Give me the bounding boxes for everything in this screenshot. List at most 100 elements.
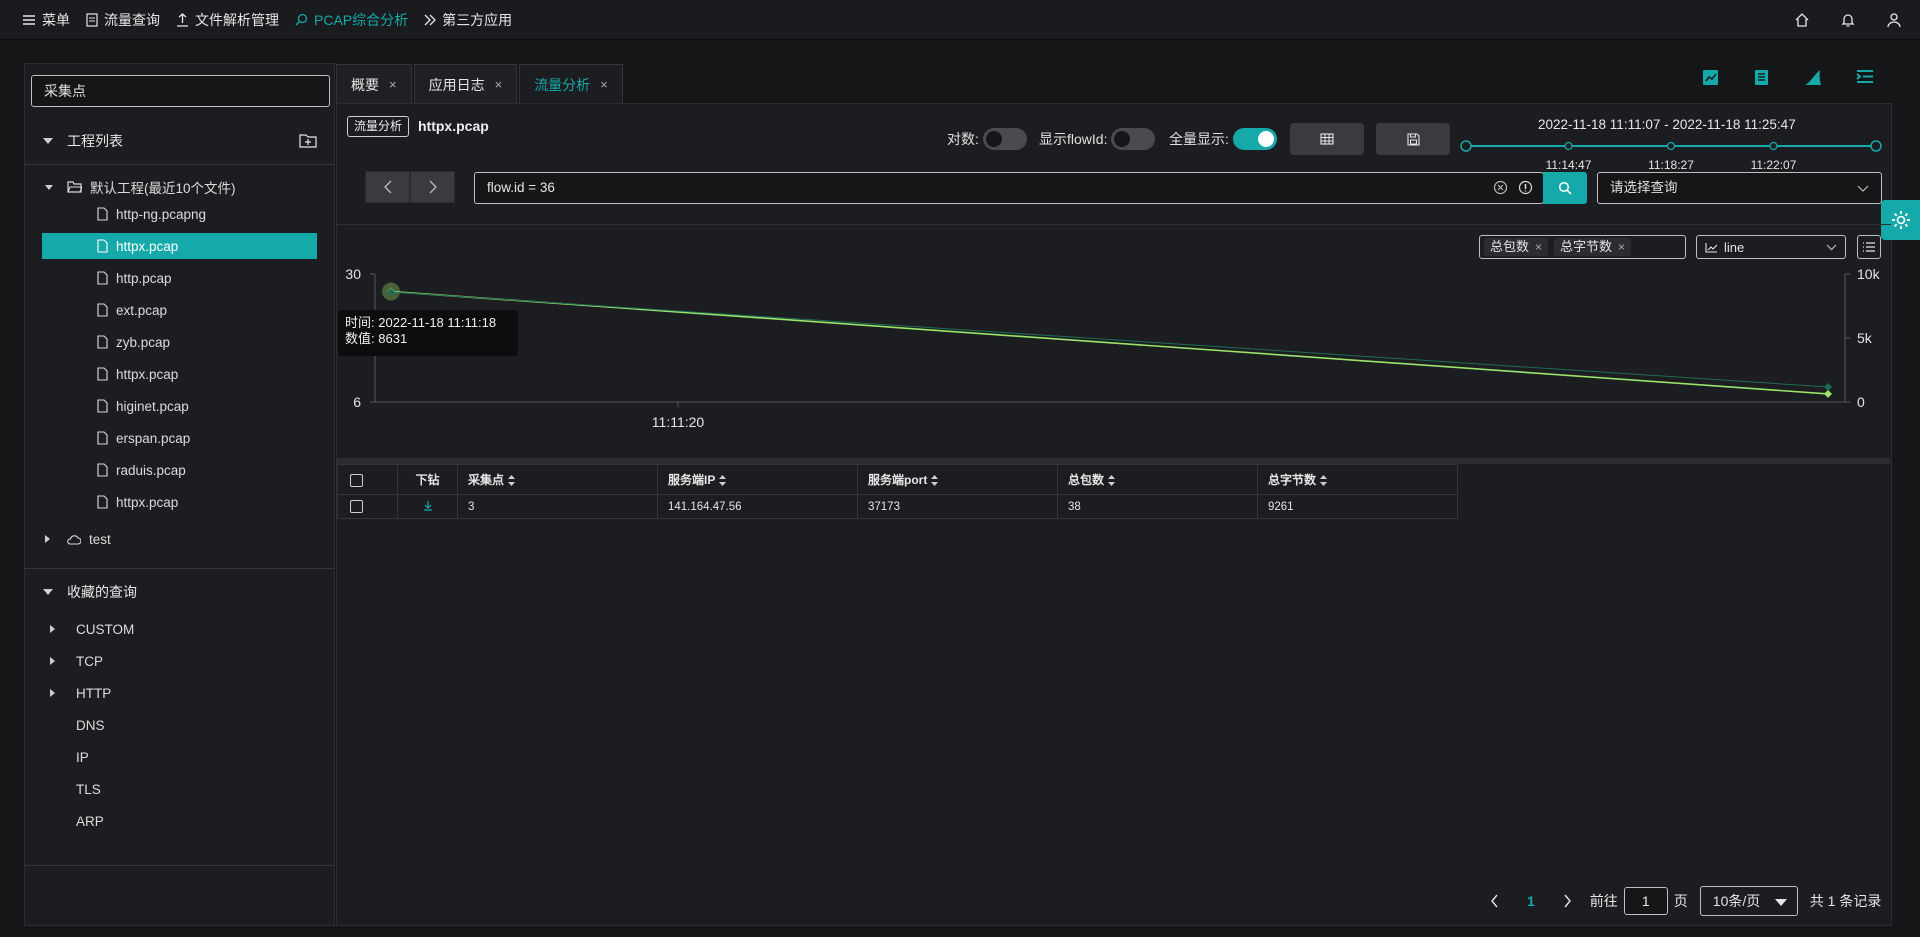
- search-button[interactable]: [1543, 172, 1587, 204]
- metric-tag[interactable]: 总字节数 ×: [1554, 238, 1632, 256]
- sort-icon[interactable]: [718, 474, 727, 487]
- sort-icon[interactable]: [930, 474, 939, 487]
- timeline-tick: [1564, 141, 1573, 151]
- metric-select[interactable]: 总包数 × 总字节数 ×: [1479, 235, 1686, 259]
- prev-page-icon[interactable]: [1490, 894, 1499, 908]
- forward-button[interactable]: [410, 171, 455, 203]
- tab-item[interactable]: 流量分析 ×: [519, 64, 623, 104]
- tab-item[interactable]: 概要 ×: [336, 64, 412, 104]
- tree-test-project[interactable]: test: [25, 526, 334, 552]
- table-cell: 37173: [857, 494, 1058, 519]
- caret-down-icon: [43, 589, 53, 595]
- flow-chart[interactable]: 30 6 10k 5k 0 11:11:20: [337, 258, 1890, 438]
- nav-flow-query[interactable]: 流量查询: [86, 10, 160, 30]
- column-header-label: 服务端port: [868, 473, 928, 487]
- left-panel: 采集点 工程列表 默认工程(最近10个文件) http-ng.pcapng htt…: [24, 63, 335, 926]
- page-size-select[interactable]: 10条/页: [1699, 886, 1798, 916]
- tab-item[interactable]: 应用日志 ×: [413, 64, 518, 104]
- file-item[interactable]: httpx.pcap: [25, 489, 334, 515]
- favorites-header[interactable]: 收藏的查询: [25, 577, 334, 607]
- settings-drawer-button[interactable]: [1881, 200, 1920, 240]
- timeline-handle-end: [1870, 140, 1882, 152]
- chart-type-select[interactable]: line: [1696, 235, 1846, 259]
- sort-icon[interactable]: [507, 474, 516, 487]
- file-item[interactable]: raduis.pcap: [25, 457, 334, 483]
- sort-icon[interactable]: [1107, 474, 1116, 487]
- add-folder-icon[interactable]: [299, 132, 317, 148]
- nav-file-parse[interactable]: 文件解析管理: [176, 10, 279, 30]
- page-number-current[interactable]: 1: [1527, 893, 1535, 909]
- nav-menu[interactable]: 菜单: [22, 10, 70, 30]
- user-icon[interactable]: [1886, 12, 1902, 28]
- legend-list-button[interactable]: [1857, 235, 1881, 259]
- file-item[interactable]: zyb.pcap: [25, 329, 334, 355]
- column-header[interactable]: 服务端IP: [657, 464, 858, 495]
- save-icon: [1406, 132, 1420, 146]
- save-button[interactable]: [1376, 123, 1450, 155]
- saved-query-item[interactable]: IP: [25, 744, 334, 770]
- info-icon[interactable]: [1518, 180, 1533, 195]
- search-icon: [295, 13, 308, 26]
- line-chart-icon[interactable]: [1702, 69, 1719, 86]
- notebook-icon[interactable]: [1753, 69, 1770, 86]
- column-header[interactable]: 采集点: [457, 464, 658, 495]
- saved-query-item[interactable]: CUSTOM: [25, 616, 334, 642]
- y-right-tick-label: 10k: [1857, 266, 1881, 282]
- close-icon[interactable]: ×: [1618, 238, 1625, 256]
- column-header[interactable]: 总包数: [1057, 464, 1258, 495]
- column-header[interactable]: 服务端port: [857, 464, 1058, 495]
- y-left-tick-label: 6: [353, 394, 361, 410]
- file-item[interactable]: higinet.pcap: [25, 393, 334, 419]
- home-icon[interactable]: [1794, 12, 1810, 28]
- nav-file-parse-label: 文件解析管理: [195, 11, 279, 28]
- collector-search-input[interactable]: 采集点: [31, 75, 330, 107]
- table-cell: 9261: [1257, 494, 1458, 519]
- page-size-value: 10条/页: [1712, 893, 1761, 909]
- chart-type-value: line: [1724, 239, 1745, 255]
- table-view-button[interactable]: [1290, 123, 1364, 155]
- saved-query-item[interactable]: HTTP: [25, 680, 334, 706]
- query-input[interactable]: flow.id = 36: [474, 172, 1544, 204]
- file-item[interactable]: httpx.pcap: [25, 361, 334, 387]
- close-icon[interactable]: ×: [600, 77, 608, 92]
- drilldown-icon[interactable]: [423, 500, 433, 511]
- metric-tag[interactable]: 总包数 ×: [1484, 238, 1549, 256]
- bell-icon[interactable]: [1840, 12, 1856, 28]
- row-checkbox[interactable]: [350, 500, 363, 513]
- saved-query-label: TLS: [76, 781, 101, 797]
- table-row[interactable]: 3 141.164.47.56 37173 38 9261: [337, 494, 1458, 519]
- close-icon[interactable]: ×: [389, 77, 397, 92]
- close-icon[interactable]: ×: [1535, 238, 1542, 256]
- flowid-switch[interactable]: [1111, 128, 1156, 150]
- close-icon[interactable]: ×: [495, 77, 503, 92]
- flow-table-container: 下钻 采集点 服务端IP 服务端port 总包数 总字节数 3 141.164.47.56 3…: [337, 458, 1890, 878]
- timeline-tick: [1769, 141, 1778, 151]
- goto-page-input[interactable]: [1623, 887, 1668, 915]
- saved-query-item[interactable]: TLS: [25, 776, 334, 802]
- file-item[interactable]: http-ng.pcapng: [25, 201, 334, 227]
- panel-collapse-icon[interactable]: [1856, 69, 1874, 86]
- sort-icon[interactable]: [1319, 474, 1328, 487]
- saved-query-item[interactable]: TCP: [25, 648, 334, 674]
- saved-query-label: CUSTOM: [76, 621, 135, 637]
- saved-query-item[interactable]: ARP: [25, 808, 334, 834]
- tree-default-project[interactable]: 默认工程(最近10个文件): [25, 174, 334, 200]
- saved-query-select[interactable]: 请选择查询: [1597, 172, 1882, 204]
- back-button[interactable]: [365, 171, 410, 203]
- nav-pcap-analysis[interactable]: PCAP综合分析: [295, 10, 408, 30]
- favorites-title: 收藏的查询: [67, 584, 137, 600]
- file-item[interactable]: http.pcap: [25, 265, 334, 291]
- project-list-header[interactable]: 工程列表: [25, 126, 334, 156]
- file-item[interactable]: erspan.pcap: [25, 425, 334, 451]
- log-scale-switch[interactable]: [982, 128, 1027, 150]
- column-header[interactable]: 总字节数: [1257, 464, 1458, 495]
- next-page-icon[interactable]: [1563, 894, 1572, 908]
- shark-fin-icon[interactable]: [1804, 69, 1822, 86]
- clear-icon[interactable]: [1493, 180, 1508, 195]
- full-display-switch[interactable]: [1232, 128, 1277, 150]
- nav-third-party[interactable]: 第三方应用: [424, 10, 512, 30]
- file-item[interactable]: httpx.pcap: [42, 233, 317, 259]
- select-all-checkbox[interactable]: [350, 473, 363, 487]
- saved-query-item[interactable]: DNS: [25, 712, 334, 738]
- file-item[interactable]: ext.pcap: [25, 297, 334, 323]
